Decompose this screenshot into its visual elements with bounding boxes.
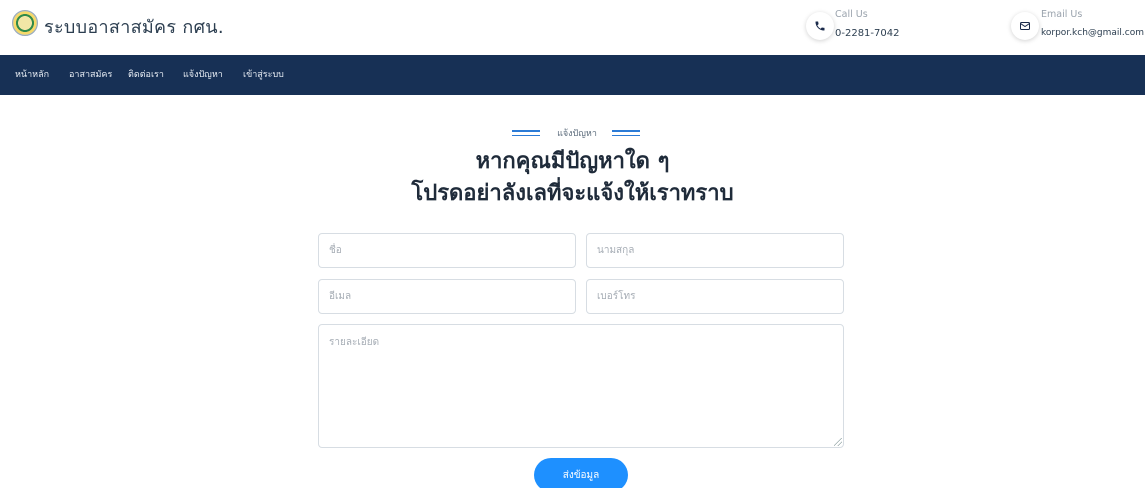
tag-decoration-right [612, 130, 640, 139]
call-us-block: Call Us 0-2281-7042 [806, 8, 946, 48]
nav-item-home[interactable]: หน้าหลัก [15, 55, 49, 95]
tag-decoration-left [512, 130, 540, 139]
first-name-input[interactable] [318, 233, 576, 268]
nav-item-volunteers[interactable]: อาสาสมัคร [69, 55, 112, 95]
nav-item-login[interactable]: เข้าสู่ระบบ [243, 55, 284, 95]
nav-item-report-problem[interactable]: แจ้งปัญหา [183, 55, 223, 95]
phone-input[interactable] [586, 279, 844, 314]
main-navbar: หน้าหลัก อาสาสมัคร ติดต่อเรา แจ้งปัญหา เ… [0, 55, 1145, 95]
page-heading-line1: หากคุณมีปัญหาใด ๆ [475, 149, 670, 174]
call-us-label: Call Us [835, 9, 868, 20]
last-name-input[interactable] [586, 233, 844, 268]
email-us-block: Email Us korpor.kch@gmail.com [1011, 8, 1145, 48]
phone-icon [806, 12, 834, 40]
logo-emblem-icon[interactable] [12, 10, 38, 36]
email-input[interactable] [318, 279, 576, 314]
top-header: ระบบอาสาสมัคร กศน. Call Us 0-2281-7042 E… [0, 0, 1145, 55]
page-heading-line2: โปรดอย่าลังเลที่จะแจ้งให้เราทราบ [411, 181, 734, 206]
nav-item-contact[interactable]: ติดต่อเรา [128, 55, 164, 95]
section-tag: แจ้งปัญหา [512, 126, 652, 140]
textarea-resize-handle[interactable] [834, 438, 842, 446]
phone-number[interactable]: 0-2281-7042 [835, 28, 899, 39]
mail-icon [1011, 12, 1039, 40]
section-tag-text: แจ้งปัญหา [557, 129, 597, 139]
details-textarea[interactable] [318, 324, 844, 448]
site-title[interactable]: ระบบอาสาสมัคร กศน. [44, 12, 224, 41]
submit-button[interactable]: ส่งข้อมูล [534, 458, 628, 488]
email-us-label: Email Us [1041, 9, 1083, 20]
email-address[interactable]: korpor.kch@gmail.com [1041, 28, 1144, 38]
